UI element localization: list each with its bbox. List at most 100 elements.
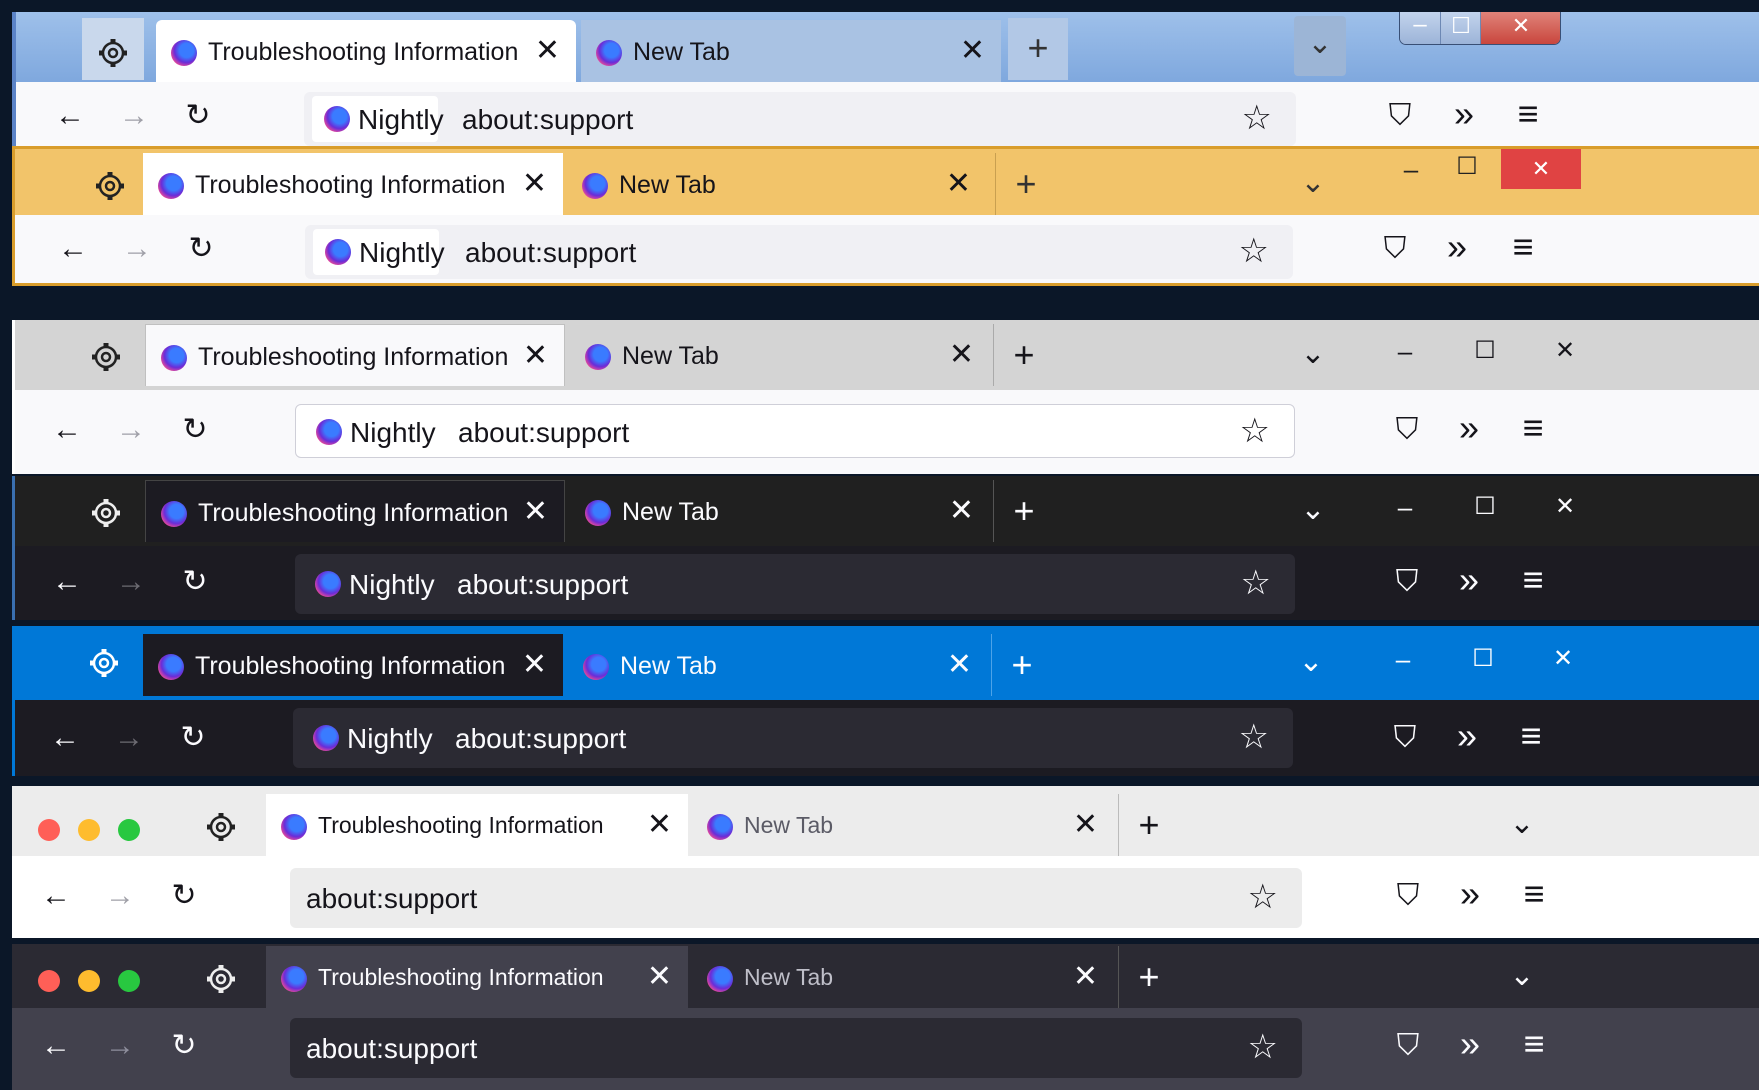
url-bar[interactable]: Nightly about:support ☆ xyxy=(304,92,1296,146)
forward-icon[interactable]: → xyxy=(112,98,156,134)
new-tab-button[interactable]: + xyxy=(993,324,1054,386)
back-icon[interactable]: ← xyxy=(51,231,95,267)
tab-new-tab[interactable]: New Tab ✕ xyxy=(568,634,988,696)
close-window-icon[interactable]: ✕ xyxy=(1535,326,1595,376)
tab-new-tab[interactable]: New Tab ✕ xyxy=(567,153,987,215)
mac-zoom-button[interactable] xyxy=(118,819,140,841)
tab-troubleshooting[interactable]: Troubleshooting Information ✕ xyxy=(145,480,565,542)
minimize-icon[interactable]: – xyxy=(1381,149,1441,189)
close-tab-icon[interactable]: ✕ xyxy=(1073,808,1098,842)
list-all-tabs-icon[interactable]: ⌄ xyxy=(1496,798,1548,850)
menu-icon[interactable]: ≡ xyxy=(1511,410,1555,446)
url-bar[interactable]: Nightly about:support ☆ xyxy=(295,404,1295,458)
list-all-tabs-icon[interactable]: ⌄ xyxy=(1294,16,1346,76)
back-icon[interactable]: ← xyxy=(48,98,92,134)
tab-troubleshooting[interactable]: Troubleshooting Information ✕ xyxy=(266,946,688,1008)
mac-zoom-button[interactable] xyxy=(118,970,140,992)
back-icon[interactable]: ← xyxy=(43,720,87,756)
tab-troubleshooting[interactable]: Troubleshooting Information ✕ xyxy=(143,153,563,215)
url-text[interactable]: about:support xyxy=(457,569,628,601)
tab-new-tab[interactable]: New Tab ✕ xyxy=(692,946,1114,1008)
list-all-tabs-icon[interactable]: ⌄ xyxy=(1287,328,1339,380)
close-tab-icon[interactable]: ✕ xyxy=(522,167,547,201)
tab-troubleshooting[interactable]: Troubleshooting Information ✕ xyxy=(143,634,563,696)
forward-icon[interactable]: → xyxy=(109,564,153,600)
settings-gear-icon[interactable] xyxy=(75,480,137,542)
menu-icon[interactable]: ≡ xyxy=(1506,96,1550,132)
reload-icon[interactable]: ↻ xyxy=(176,98,220,134)
minimize-icon[interactable]: – xyxy=(1375,482,1435,532)
bookmark-star-icon[interactable]: ☆ xyxy=(1241,565,1271,601)
close-window-icon[interactable]: ✕ xyxy=(1535,482,1595,532)
overflow-chevron-icon[interactable]: » xyxy=(1447,410,1491,446)
mac-close-button[interactable] xyxy=(38,970,60,992)
new-tab-button[interactable]: + xyxy=(995,153,1056,215)
list-all-tabs-icon[interactable]: ⌄ xyxy=(1287,157,1339,209)
url-text[interactable]: about:support xyxy=(465,237,636,269)
close-tab-icon[interactable]: ✕ xyxy=(522,648,547,682)
forward-icon[interactable]: → xyxy=(107,720,151,756)
bookmark-star-icon[interactable]: ☆ xyxy=(1239,719,1269,755)
reload-icon[interactable]: ↻ xyxy=(173,412,217,448)
back-icon[interactable]: ← xyxy=(45,564,89,600)
forward-icon[interactable]: → xyxy=(98,878,142,914)
mac-minimize-button[interactable] xyxy=(78,970,100,992)
minimize-icon[interactable]: – xyxy=(1400,12,1440,44)
close-tab-icon[interactable]: ✕ xyxy=(1073,960,1098,994)
forward-icon[interactable]: → xyxy=(109,412,153,448)
new-tab-button[interactable]: + xyxy=(991,634,1052,696)
url-bar[interactable]: Nightly about:support ☆ xyxy=(293,708,1293,768)
reload-icon[interactable]: ↻ xyxy=(162,878,206,914)
forward-icon[interactable]: → xyxy=(98,1028,142,1064)
close-tab-icon[interactable]: ✕ xyxy=(647,960,672,994)
overflow-chevron-icon[interactable]: » xyxy=(1448,876,1492,912)
overflow-chevron-icon[interactable]: » xyxy=(1445,718,1489,754)
menu-icon[interactable]: ≡ xyxy=(1501,229,1545,265)
close-tab-icon[interactable]: ✕ xyxy=(535,34,560,68)
url-text[interactable]: about:support xyxy=(455,723,626,755)
bookmark-star-icon[interactable]: ☆ xyxy=(1248,879,1278,915)
reload-icon[interactable]: ↻ xyxy=(179,231,223,267)
bookmark-star-icon[interactable]: ☆ xyxy=(1242,100,1272,136)
tab-troubleshooting[interactable]: Troubleshooting Information ✕ xyxy=(266,794,688,856)
menu-icon[interactable]: ≡ xyxy=(1509,718,1553,754)
tab-new-tab[interactable]: New Tab ✕ xyxy=(570,480,990,542)
overflow-chevron-icon[interactable]: » xyxy=(1442,96,1486,132)
new-tab-button[interactable]: + xyxy=(993,480,1054,542)
close-tab-icon[interactable]: ✕ xyxy=(960,34,985,68)
reload-icon[interactable]: ↻ xyxy=(171,720,215,756)
close-tab-icon[interactable]: ✕ xyxy=(947,648,972,682)
url-text[interactable]: about:support xyxy=(458,417,629,449)
tab-new-tab[interactable]: New Tab ✕ xyxy=(692,794,1114,856)
tab-new-tab[interactable]: New Tab ✕ xyxy=(581,20,1001,82)
url-bar[interactable]: about:support ☆ xyxy=(290,868,1302,928)
maximize-icon[interactable]: ☐ xyxy=(1455,482,1515,532)
extensions-icon[interactable]: ⛉ xyxy=(1386,878,1430,914)
tab-new-tab[interactable]: New Tab ✕ xyxy=(570,324,990,386)
close-tab-icon[interactable]: ✕ xyxy=(523,339,548,373)
settings-gear-icon[interactable] xyxy=(79,153,141,215)
close-tab-icon[interactable]: ✕ xyxy=(946,167,971,201)
close-window-icon[interactable]: ✕ xyxy=(1501,149,1581,189)
url-text[interactable]: about:support xyxy=(306,1033,477,1065)
settings-gear-icon[interactable] xyxy=(75,324,137,386)
bookmark-star-icon[interactable]: ☆ xyxy=(1248,1029,1278,1065)
maximize-icon[interactable]: ☐ xyxy=(1437,149,1497,189)
close-window-icon[interactable]: ✕ xyxy=(1480,12,1560,44)
back-icon[interactable]: ← xyxy=(34,878,78,914)
bookmark-star-icon[interactable]: ☆ xyxy=(1239,233,1269,269)
url-bar[interactable]: Nightly about:support ☆ xyxy=(295,554,1295,614)
overflow-chevron-icon[interactable]: » xyxy=(1435,229,1479,265)
minimize-icon[interactable]: – xyxy=(1375,326,1435,376)
settings-gear-icon[interactable] xyxy=(190,946,252,1008)
mac-close-button[interactable] xyxy=(38,819,60,841)
close-tab-icon[interactable]: ✕ xyxy=(523,495,548,529)
identity-box[interactable]: Nightly xyxy=(313,229,445,275)
new-tab-button[interactable]: + xyxy=(1008,18,1068,80)
close-window-icon[interactable]: ✕ xyxy=(1533,634,1593,684)
settings-gear-icon[interactable] xyxy=(73,630,135,692)
list-all-tabs-icon[interactable]: ⌄ xyxy=(1496,950,1548,1002)
close-tab-icon[interactable]: ✕ xyxy=(949,338,974,372)
url-bar[interactable]: Nightly about:support ☆ xyxy=(305,225,1293,279)
mac-minimize-button[interactable] xyxy=(78,819,100,841)
